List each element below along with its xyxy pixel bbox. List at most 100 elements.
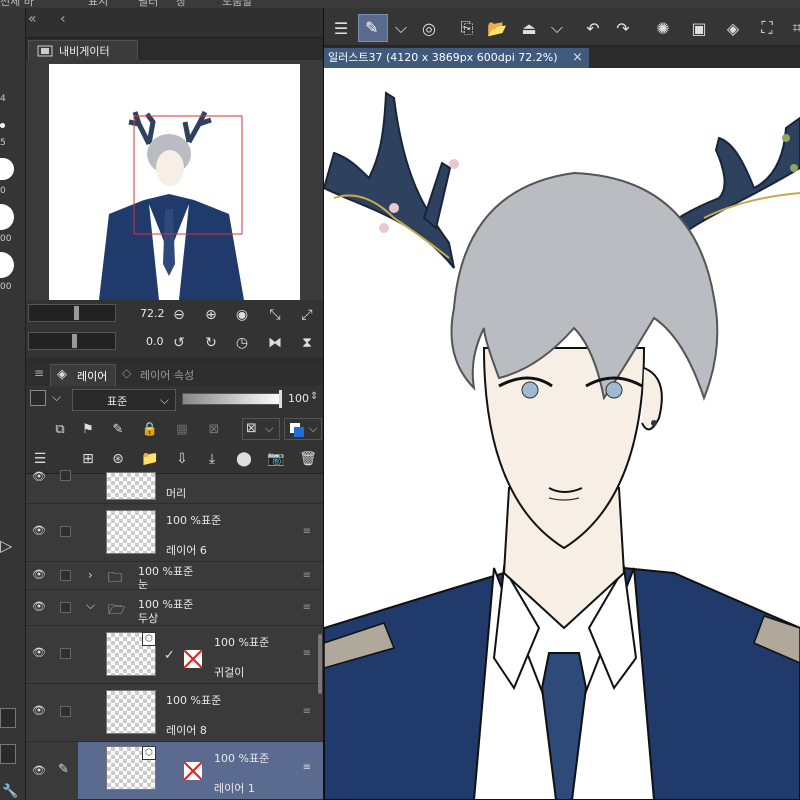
target-icon[interactable]: ◎ [418, 17, 440, 39]
actual-size-icon[interactable]: ⤢ [297, 305, 317, 325]
reset-rotation-icon[interactable]: ◷ [232, 333, 252, 353]
brush-size-dot[interactable] [0, 123, 5, 128]
layer-color-swatch[interactable]: ⌵ [284, 418, 322, 440]
mask-layer-icon[interactable]: ⬤ [234, 449, 254, 469]
eye-icon[interactable]: 👁 [32, 470, 48, 483]
layer-row-selected[interactable]: ⬡ 100 %표준 레이어 1 ≡ [78, 742, 323, 800]
layer-checkbox[interactable] [60, 602, 71, 613]
chevron-down-icon[interactable]: ⌵ [86, 598, 95, 613]
layer-row[interactable]: 👁 100 %표준 레이어 8 ≡ [26, 684, 323, 742]
lock-icon[interactable]: 🔒 [140, 419, 160, 439]
layer-menu-icon[interactable]: ≡ [303, 570, 311, 581]
undo-icon[interactable]: ↶ [582, 17, 604, 39]
document-tab[interactable]: 일러스트37 (4120 x 3869px 600dpi 72.2%) × [324, 48, 589, 68]
play-icon[interactable]: ▷ [0, 536, 12, 555]
rotate-right-icon[interactable]: ↻ [201, 333, 221, 353]
fit-icon[interactable]: ◉ [232, 305, 252, 325]
eye-icon[interactable]: 👁 [32, 600, 48, 613]
tab-layer[interactable]: ◈ 레이어 [50, 364, 116, 386]
pen-tool-button[interactable]: ✎ [358, 14, 388, 42]
layer-menu-icon[interactable]: ≡ [303, 648, 311, 659]
layer-menu-icon[interactable]: ≡ [303, 762, 311, 773]
panel-menu-icon[interactable]: ≡ [34, 366, 44, 380]
new-vector-layer-icon[interactable]: ⊛ [108, 449, 128, 469]
eye-icon[interactable]: 👁 [32, 568, 48, 581]
rotate-slider[interactable] [28, 332, 116, 350]
draft-icon[interactable]: ✎ [108, 419, 128, 439]
brush-size-dot[interactable] [0, 158, 14, 180]
layer-scrollbar[interactable] [318, 634, 322, 694]
tool-slot[interactable] [0, 708, 16, 728]
close-icon[interactable]: × [572, 48, 583, 68]
layer-checkbox[interactable] [60, 526, 71, 537]
spinner-icon[interactable]: ✺ [652, 17, 674, 39]
chevron-down-icon[interactable]: ⌵ [52, 390, 61, 405]
tab-layer-properties[interactable]: ◇ 레이어 속성 [118, 364, 226, 386]
lock-alpha-icon[interactable]: ▦ [172, 419, 192, 439]
layer-row[interactable]: 👁 ⬡ ✓ 100 %표준 귀걸이 ≡ [26, 626, 323, 684]
layer-checkbox[interactable] [60, 470, 71, 481]
layer-checkbox[interactable] [60, 706, 71, 717]
redo-icon[interactable]: ↷ [612, 17, 634, 39]
crop-icon[interactable]: ⌗ [786, 17, 800, 39]
menu-icon[interactable]: ☰ [330, 17, 352, 39]
zoom-out-icon[interactable]: ⊖ [169, 305, 189, 325]
flip-vertical-icon[interactable]: ⧗ [297, 333, 317, 353]
layer-menu-icon[interactable]: ≡ [303, 526, 311, 537]
new-folder-icon[interactable]: 📁 [140, 449, 160, 469]
flip-horizontal-icon[interactable]: ⧓ [265, 333, 285, 353]
brush-size-dot[interactable] [0, 204, 14, 230]
transfer-down-icon[interactable]: ⇩ [172, 449, 192, 469]
paint-bucket-icon[interactable]: ◈ [722, 17, 744, 39]
layer-checkbox[interactable] [60, 648, 71, 659]
rotate-left-icon[interactable]: ↺ [169, 333, 189, 353]
layer-row[interactable]: 👁 100 %표준 레이어 6 ≡ [26, 504, 323, 562]
fill-icon[interactable]: ⏏ [518, 17, 540, 39]
eye-icon[interactable]: 👁 [32, 764, 48, 777]
chevron-down-icon[interactable]: ⌵ [546, 17, 568, 39]
opacity-value[interactable]: 100 [288, 392, 309, 405]
chevron-right-icon[interactable]: › [88, 568, 93, 582]
layer-menu-icon[interactable]: ≡ [303, 706, 311, 717]
trash-icon[interactable]: 🗑 [298, 449, 318, 469]
fit-window-icon[interactable]: ⤡ [265, 305, 285, 325]
new-raster-layer-icon[interactable]: ⊞ [78, 449, 98, 469]
stepper-icon[interactable]: ⇕ [310, 391, 318, 402]
mask-icon[interactable]: ⊠ [204, 419, 224, 439]
apply-mask-icon[interactable]: 📷 [266, 449, 286, 469]
merge-down-icon[interactable]: ⤓ [202, 449, 222, 469]
zoom-in-icon[interactable]: ⊕ [201, 305, 221, 325]
opacity-handle[interactable] [279, 390, 282, 408]
navigator-preview[interactable] [49, 64, 300, 300]
collapse-icon[interactable]: « [28, 11, 37, 27]
clear-icon[interactable]: ▣ [688, 17, 710, 39]
eye-icon[interactable]: 👁 [32, 646, 48, 659]
blend-mode-select[interactable]: 표준 ⌵ [72, 389, 176, 411]
tool-slot[interactable] [0, 744, 16, 764]
chevron-left-icon[interactable]: ‹ [60, 11, 66, 27]
layer-color-select[interactable]: ⊠ ⌵ [242, 418, 280, 440]
new-layer-icon[interactable]: ⎘ [456, 17, 478, 39]
tab-navigator[interactable]: 내비게이터 [28, 40, 138, 60]
chevron-down-icon[interactable]: ⌵ [390, 17, 412, 39]
brush-size-dot[interactable] [0, 252, 14, 278]
layer-folder-row[interactable]: 👁 › 🗀 100 %표준 눈 ≡ [26, 562, 323, 591]
opacity-slider[interactable] [182, 393, 282, 405]
wrench-icon[interactable]: 🔧 [2, 784, 18, 799]
eye-icon[interactable]: 👁 [32, 524, 48, 537]
mask-disabled-icon[interactable] [182, 760, 204, 782]
reference-icon[interactable]: ⚑ [78, 419, 98, 439]
layer-folder-row[interactable]: 👁 ⌵ 🗁 100 %표준 두상 ≡ [26, 590, 323, 626]
eye-icon[interactable]: 👁 [32, 704, 48, 717]
layer-menu-icon[interactable]: ≡ [303, 602, 311, 613]
folder-icon[interactable]: 📂 [486, 17, 508, 39]
layer-row[interactable]: 👁 머리 [26, 470, 323, 504]
mask-disabled-icon[interactable] [182, 648, 204, 670]
layer-checkbox[interactable] [60, 570, 71, 581]
zoom-slider[interactable] [28, 304, 116, 322]
color-swatch[interactable] [30, 390, 46, 406]
transform-icon[interactable]: ⛶ [756, 17, 778, 39]
drawing-canvas[interactable] [324, 68, 800, 800]
clip-icon[interactable]: ⧉ [50, 419, 70, 439]
layer-list-icon[interactable]: ☰ [30, 449, 50, 469]
